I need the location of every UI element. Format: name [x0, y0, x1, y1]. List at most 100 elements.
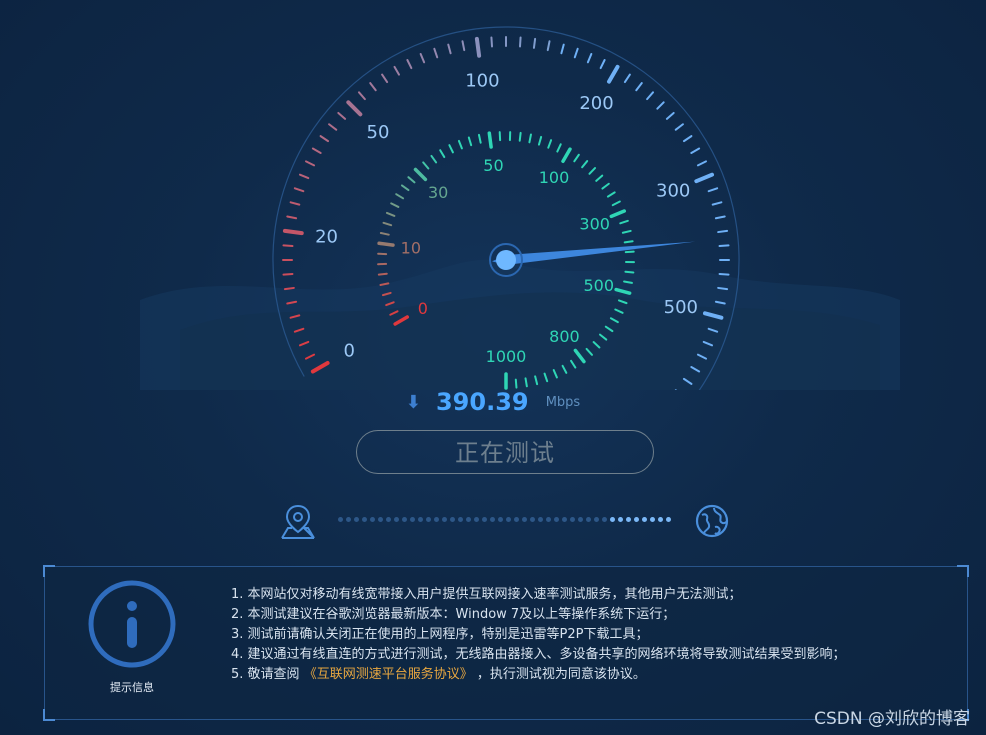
- tip-item: 1. 本网站仅对移动有线宽带接入用户提供互联网接入速率测试服务，其他用户无法测试…: [231, 587, 742, 602]
- speed-unit: Mbps: [545, 394, 581, 410]
- inner-scale-label: 50: [483, 156, 503, 175]
- outer-tick: [674, 123, 684, 131]
- inner-tick: [439, 149, 446, 159]
- outer-tick: [599, 58, 606, 70]
- progress-dot: [346, 517, 351, 522]
- speed-value: 390.39: [435, 388, 529, 416]
- inner-tick: [377, 241, 395, 247]
- progress-dot: [642, 517, 647, 522]
- outer-scale-label: 50: [367, 122, 390, 143]
- progress-dot: [538, 517, 543, 522]
- inner-tick: [407, 176, 416, 184]
- outer-tick: [337, 111, 347, 120]
- service-agreement-link[interactable]: 《互联网测速平台服务协议》: [304, 667, 473, 682]
- inner-tick: [477, 133, 482, 144]
- info-icon: [87, 579, 177, 669]
- inner-tick: [400, 184, 410, 192]
- outer-scale-label: 100: [465, 71, 499, 92]
- inner-scale-label: 500: [583, 276, 614, 295]
- progress-dot: [578, 517, 583, 522]
- inner-tick: [623, 280, 633, 284]
- inner-tick: [467, 136, 473, 147]
- outer-tick: [714, 215, 726, 220]
- tip-item: 5. 敬请查阅 《互联网测速平台服务协议》 ，执行测试视为同意该协议。: [231, 665, 846, 685]
- inner-tick: [556, 143, 562, 153]
- inner-tick: [588, 167, 597, 175]
- outer-tick: [694, 172, 715, 184]
- inner-scale-label: 30: [428, 183, 448, 202]
- progress-dot: [490, 517, 495, 522]
- needle-hub: [496, 250, 516, 270]
- inner-tick: [621, 229, 632, 234]
- progress-dot: [410, 517, 415, 522]
- outer-tick: [406, 58, 413, 70]
- outer-tick: [357, 91, 366, 101]
- inner-tick: [385, 211, 396, 217]
- outer-tick: [656, 101, 665, 110]
- inner-tick: [518, 131, 522, 142]
- tip-item: 4. 建议通过有线直连的方式进行测试，无线路由器接入、多设备共享的网络环境将导致…: [231, 647, 846, 662]
- outer-tick: [711, 201, 723, 206]
- tips-list: 1. 本网站仅对移动有线宽带接入用户提供互联网接入速率测试服务，其他用户无法测试…: [231, 585, 846, 685]
- progress-dot: [466, 517, 471, 522]
- progress-dot: [514, 517, 519, 522]
- inner-tick: [595, 174, 604, 182]
- progress-dot: [658, 517, 663, 522]
- progress-dot: [458, 517, 463, 522]
- tip-5-prefix: 5. 敬请查阅: [231, 667, 300, 682]
- location-pin-icon: [281, 504, 315, 539]
- inner-tick: [514, 378, 518, 389]
- inner-tick: [624, 270, 635, 274]
- tip-item: 3. 测试前请确认关闭正在使用的上网程序，特别是迅雷等P2P下载工具；: [231, 627, 649, 642]
- progress-dot: [378, 517, 383, 522]
- outer-tick: [298, 173, 310, 180]
- outer-scale-label: 200: [579, 93, 613, 114]
- inner-tick: [487, 131, 493, 149]
- inner-tick: [561, 147, 572, 164]
- progress-dot: [634, 517, 639, 522]
- progress-dot: [426, 517, 431, 522]
- inner-scale-label: 300: [579, 214, 610, 233]
- outer-tick: [433, 47, 439, 59]
- outer-tick: [690, 147, 701, 154]
- outer-tick: [707, 187, 719, 193]
- outer-tick: [718, 272, 730, 276]
- progress-dot: [338, 517, 343, 522]
- progress-dot: [498, 517, 503, 522]
- progress-dot: [610, 517, 615, 522]
- inner-tick: [377, 272, 388, 276]
- inner-tick: [448, 144, 454, 154]
- progress-dot: [570, 517, 575, 522]
- progress-dot: [442, 517, 447, 522]
- outer-tick: [293, 187, 305, 193]
- outer-scale-label: 20: [315, 226, 338, 247]
- progress-dots: [338, 517, 674, 523]
- testing-status-button[interactable]: 正在测试: [356, 430, 654, 474]
- progress-dot: [626, 517, 631, 522]
- inner-tick: [609, 209, 627, 219]
- progress-dot: [554, 517, 559, 522]
- outer-tick: [546, 40, 551, 52]
- progress-dot: [602, 517, 607, 522]
- inner-tick: [573, 153, 580, 163]
- progress-dot: [386, 517, 391, 522]
- inner-tick: [624, 250, 635, 254]
- outer-tick: [346, 100, 363, 117]
- inner-scale-label: 800: [549, 327, 580, 346]
- progress-dot: [586, 517, 591, 522]
- inner-tick: [390, 202, 400, 208]
- inner-tick: [413, 167, 428, 182]
- outer-tick: [586, 52, 593, 64]
- outer-tick: [607, 64, 620, 84]
- tip-item: 2. 本测试建议在谷歌浏览器最新版本：Window 7及以上等操作系统下运行；: [231, 607, 676, 622]
- outer-tick: [461, 40, 466, 52]
- outer-tick: [646, 91, 655, 101]
- outer-tick: [393, 65, 400, 76]
- outer-tick: [717, 229, 729, 234]
- speed-readout: ⬇ 390.39 Mbps: [0, 388, 986, 420]
- progress-dot: [594, 517, 599, 522]
- inner-tick: [547, 139, 553, 149]
- outer-scale-label: 0: [344, 341, 355, 362]
- outer-tick: [311, 147, 322, 154]
- outer-tick: [289, 201, 301, 206]
